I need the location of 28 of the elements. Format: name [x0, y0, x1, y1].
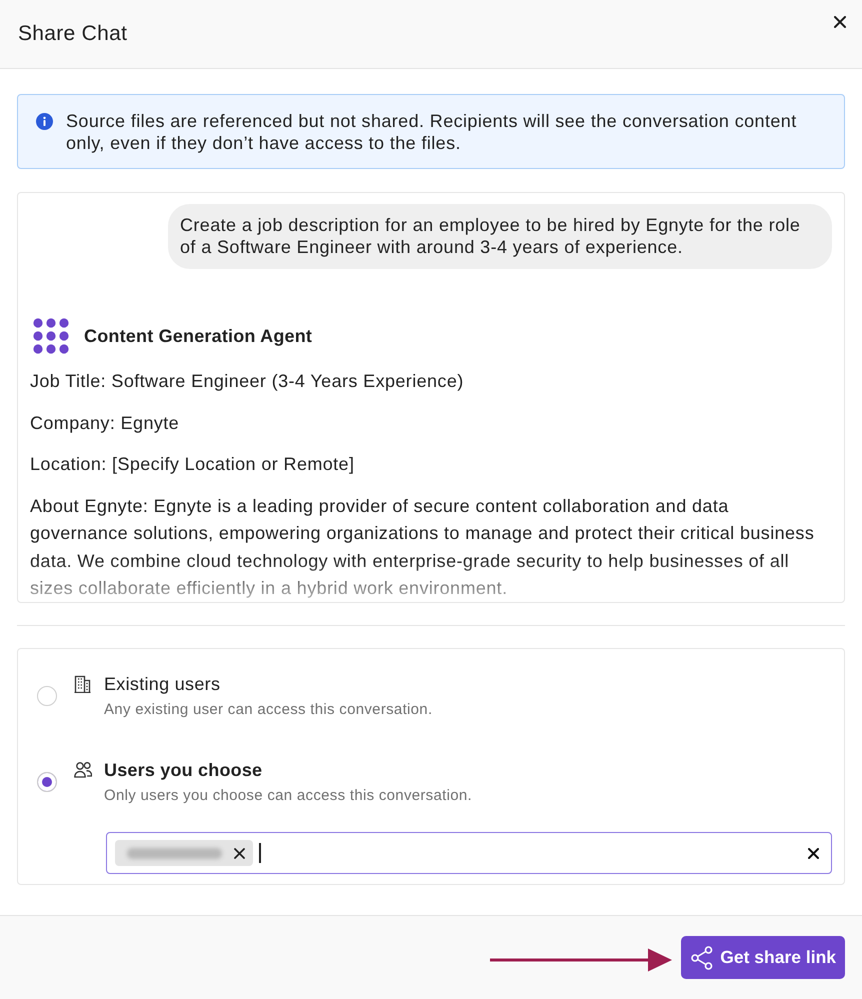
- agent-response-text: Location: [Specify Location or Remote]: [30, 453, 356, 476]
- close-icon: [834, 16, 846, 28]
- agent-response-text: Company: Egnyte: [30, 412, 180, 435]
- info-icon: [36, 113, 53, 130]
- agent-response-text: Job Title: Software Engineer (3-4 Years Experience): [30, 370, 465, 393]
- close-icon: [808, 848, 819, 858]
- share-icon: [691, 946, 714, 970]
- clear-button[interactable]: [808, 848, 819, 858]
- option-description: Any existing user can access this conversation.: [104, 700, 432, 720]
- text-cursor: [259, 843, 261, 863]
- agent-response-text: About Egnyte: Egnyte is a leading provider of secure content collaboration and data governance solutions, empowering organizations to manage and protect their critical business data. We combine cloud technology with enterprise-grade security to help businesses of all sizes collaborate efficiently in a hybrid work environment.: [30, 494, 816, 600]
- radio-button[interactable]: [37, 686, 57, 706]
- dot-grid-icon: [33, 318, 69, 354]
- agent-name: Content Generation Agent: [84, 326, 312, 346]
- building-icon: [74, 675, 92, 693]
- recipients-field[interactable]: [106, 832, 832, 874]
- option-label: Users you choose: [104, 759, 264, 782]
- radio-button[interactable]: [37, 772, 57, 792]
- option-label: Existing users: [104, 673, 222, 696]
- option-description: Only users you choose can access this conversation.: [104, 786, 472, 806]
- dialog-title: Share Chat: [18, 22, 128, 46]
- user-message: Create a job description for an employee to be hired by Egnyte for the role of a Software Engineer with around 3-4 years of experience.: [168, 204, 832, 269]
- remove-chip-button[interactable]: [234, 848, 245, 858]
- get-share-link-button[interactable]: Get share link: [681, 936, 845, 979]
- info-message: Source files are referenced but not shared. Recipients will see the conversation content only, even if they don’t have access to the files.: [66, 110, 798, 154]
- people-icon: [74, 761, 92, 779]
- close-icon: [234, 848, 245, 858]
- close-button[interactable]: [832, 14, 848, 30]
